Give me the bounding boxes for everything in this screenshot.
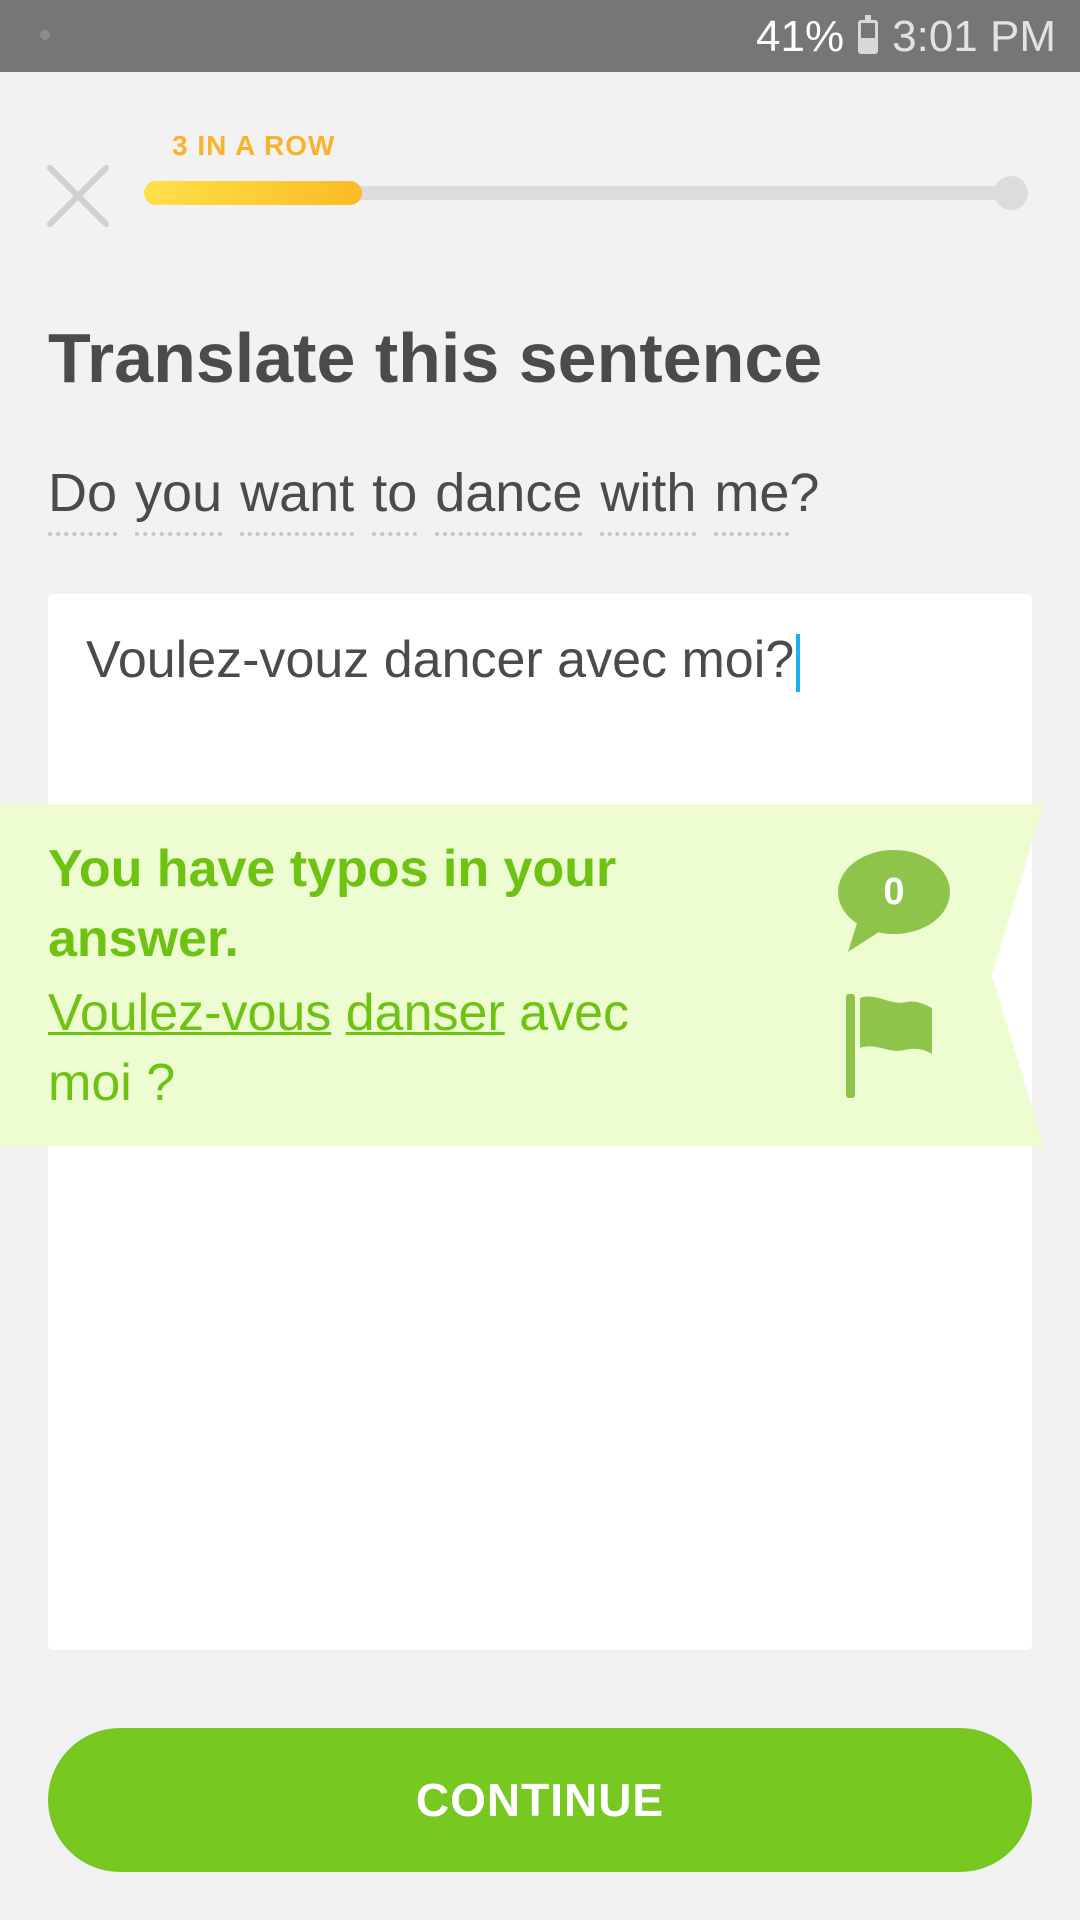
status-time: 3:01 PM (892, 12, 1056, 61)
hint-word[interactable]: want (240, 462, 355, 536)
source-sentence: Do you want to dance with me ? (48, 462, 819, 536)
hint-word[interactable]: to (372, 462, 418, 536)
answer-value[interactable]: Voulez-vouz dancer avec moi? (86, 630, 801, 693)
comment-count: 0 (883, 870, 905, 913)
flag-icon (846, 994, 932, 1098)
battery-icon (858, 15, 879, 54)
comment-button[interactable]: 0 (836, 848, 952, 954)
prompt-title: Translate this sentence (48, 319, 823, 397)
close-icon (47, 165, 109, 227)
answer-text: Voulez-vouz dancer avec moi? (86, 631, 795, 689)
status-right: 41% 3:01 PM (756, 12, 1056, 62)
hint-word[interactable]: me (714, 462, 790, 536)
text-caret (796, 634, 801, 693)
hint-word[interactable]: with (600, 462, 697, 536)
feedback-heading: You have typos in your answer. (48, 840, 617, 968)
streak-label: 3 IN A ROW (172, 130, 336, 161)
sentence-punctuation: ? (789, 463, 820, 523)
notification-dot-icon (40, 30, 50, 40)
continue-button[interactable]: CONTINUE (48, 1728, 1032, 1872)
progress-bar (144, 176, 1028, 210)
hint-word[interactable]: Do (48, 462, 118, 536)
correction-word-voulez-vous: Voulez-vous (48, 984, 332, 1042)
feedback-correction: Voulez-vous danser avec moi ? (48, 978, 688, 1118)
status-bar: 41% 3:01 PM (0, 0, 1080, 72)
correction-word-danser: danser (345, 984, 505, 1042)
progress-end-marker (994, 176, 1028, 210)
report-flag-button[interactable] (846, 994, 936, 1098)
hint-word[interactable]: dance (435, 462, 583, 536)
feedback-banner: You have typos in your answer. Voulez-vo… (0, 804, 1044, 1146)
close-button[interactable] (44, 162, 112, 230)
battery-percent: 41% (756, 12, 845, 61)
hint-word[interactable]: you (135, 462, 223, 536)
progress-fill (144, 181, 362, 205)
